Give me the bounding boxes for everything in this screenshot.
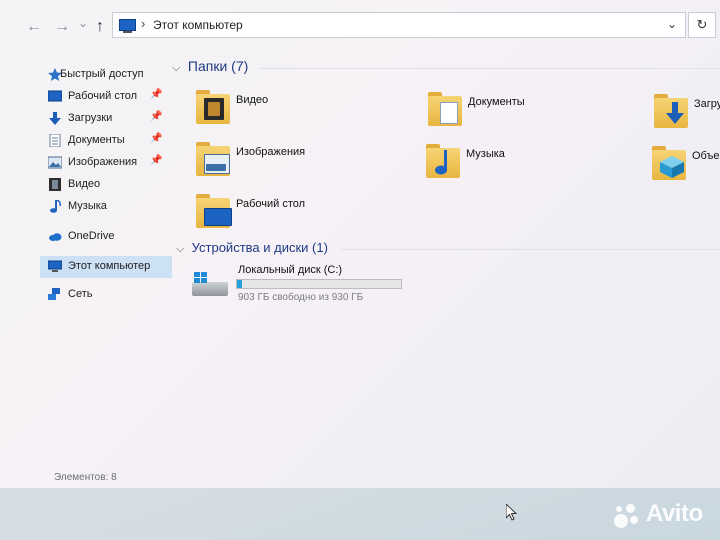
folders-section-header[interactable]: ⌵ Папки (7) (172, 58, 248, 75)
film-icon (48, 178, 62, 191)
windows-logo-icon (194, 272, 208, 284)
breadcrumb-this-pc[interactable]: Этот компьютер (153, 18, 243, 32)
computer-icon (119, 19, 136, 33)
mouse-cursor-icon (506, 504, 518, 521)
sidebar-item-video[interactable]: Видео (40, 174, 172, 196)
sidebar-item-label: OneDrive (68, 230, 115, 242)
breadcrumb-separator[interactable]: › (141, 16, 145, 31)
pictures-folder-icon (196, 140, 230, 176)
sidebar-item-label: Сеть (68, 288, 93, 300)
address-field[interactable]: › Этот компьютер ⌄ (112, 12, 686, 38)
folder-label: Загру (694, 98, 720, 110)
sidebar-item-label: Этот компьютер (68, 260, 151, 272)
sidebar-item-music[interactable]: Музыка (40, 196, 172, 218)
chevron-down-icon[interactable]: ⌵ (176, 243, 188, 256)
folder-label: Рабочий стол (236, 198, 306, 210)
pin-icon[interactable]: 📌 (150, 155, 162, 166)
section-title: Папки (7) (187, 58, 249, 74)
pin-icon[interactable]: 📌 (150, 111, 162, 122)
downloads-folder-icon (654, 92, 688, 128)
computer-icon (47, 260, 63, 273)
picture-icon (47, 156, 63, 169)
file-explorer-window: ← → ⌄ ↑ › Этот компьютер ⌄ ↻ Быстрый дос… (0, 0, 720, 488)
sidebar-item-label: Документы (68, 134, 125, 146)
sidebar-item-documents[interactable]: Документы 📌 (40, 130, 172, 152)
desktop-folder-icon (196, 192, 232, 228)
documents-folder-icon (428, 90, 462, 126)
drive-usage-bar (236, 279, 402, 289)
drives-section-header[interactable]: ⌵ Устройства и диски (1) (176, 240, 328, 256)
back-button[interactable]: ← (26, 18, 42, 36)
folder-label: Музыка (466, 148, 505, 160)
chevron-down-icon[interactable]: ⌵ (172, 62, 184, 75)
drive-free-space: 903 ГБ свободно из 930 ГБ (238, 292, 364, 303)
folder-3d-objects[interactable]: Объем (652, 144, 720, 188)
address-row: ← → ⌄ ↑ › Этот компьютер ⌄ ↻ (0, 12, 720, 42)
sidebar-item-quick-access[interactable]: Быстрый доступ (40, 64, 172, 86)
cloud-icon (48, 230, 62, 243)
network-icon (48, 288, 62, 301)
3d-objects-folder-icon (652, 144, 686, 180)
document-icon (48, 133, 62, 148)
sidebar-item-desktop[interactable]: Рабочий стол 📌 (40, 86, 172, 108)
address-dropdown-button[interactable]: ⌄ (667, 17, 677, 31)
desktop-icon (47, 90, 63, 103)
drive-c[interactable]: Локальный диск (C:) 903 ГБ свободно из 9… (192, 262, 422, 306)
section-title: Устройства и диски (1) (191, 240, 328, 255)
drive-usage-fill (237, 280, 242, 288)
pin-icon[interactable]: 📌 (150, 89, 162, 100)
section-divider (260, 68, 720, 69)
sidebar-item-label: Быстрый доступ (60, 68, 144, 80)
sidebar-item-network[interactable]: Сеть (40, 284, 172, 306)
folder-desktop[interactable]: Рабочий стол (196, 192, 396, 236)
section-divider (340, 249, 720, 250)
sidebar-item-label: Видео (68, 178, 101, 190)
navigation-pane: Быстрый доступ Рабочий стол 📌 Загрузки 📌… (40, 58, 172, 478)
watermark-text: Avito (646, 500, 703, 527)
up-button[interactable]: ↑ (96, 18, 104, 36)
folder-label: Видео (236, 94, 269, 106)
download-arrow-icon (48, 112, 62, 125)
refresh-button[interactable]: ↻ (688, 12, 716, 38)
avito-watermark: Avito (612, 500, 716, 530)
sidebar-item-label: Загрузки (68, 112, 113, 124)
music-folder-icon (426, 142, 460, 178)
sidebar-item-onedrive[interactable]: OneDrive (40, 226, 172, 248)
sidebar-item-this-pc[interactable]: Этот компьютер (40, 256, 172, 278)
folder-label: Изображения (236, 146, 306, 158)
folder-video[interactable]: Видео (196, 88, 396, 132)
pin-icon[interactable]: 📌 (150, 133, 162, 144)
sidebar-item-label: Музыка (68, 200, 107, 212)
folder-label: Документы (468, 96, 525, 108)
folder-label: Объем (692, 150, 720, 162)
forward-button[interactable]: → (54, 18, 70, 36)
hard-drive-icon (192, 272, 228, 298)
sidebar-item-label: Изображения (68, 156, 138, 168)
folder-documents[interactable]: Документы (428, 90, 628, 134)
sidebar-item-label: Рабочий стол (68, 90, 138, 102)
folder-downloads[interactable]: Загру (654, 92, 720, 136)
sidebar-item-pictures[interactable]: Изображения 📌 (40, 152, 172, 174)
music-note-icon (48, 199, 62, 213)
video-folder-icon (196, 88, 230, 124)
sidebar-item-downloads[interactable]: Загрузки 📌 (40, 108, 172, 130)
folder-music[interactable]: Музыка (426, 142, 626, 186)
status-item-count: Элементов: 8 (54, 472, 117, 483)
recent-locations-button[interactable]: ⌄ (78, 16, 88, 30)
drive-name: Локальный диск (C:) (238, 264, 343, 276)
folder-pictures[interactable]: Изображения (196, 140, 396, 184)
